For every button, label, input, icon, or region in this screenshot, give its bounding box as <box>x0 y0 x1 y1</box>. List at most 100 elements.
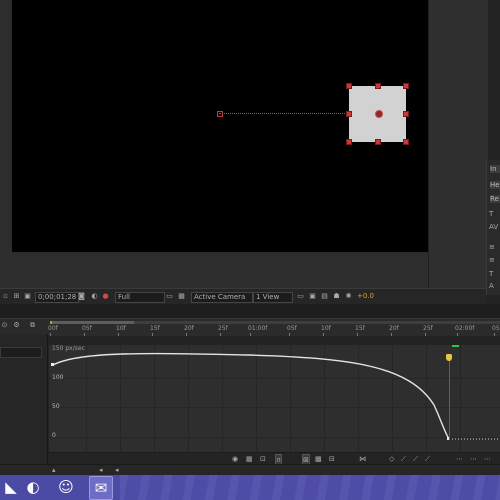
convert-auto-bezier-icon[interactable]: ⟋ <box>413 454 418 464</box>
layer-handle[interactable] <box>346 83 352 89</box>
time-ruler-label: 02:00f <box>455 325 475 332</box>
draft-3d-icon[interactable]: ⚙ <box>12 321 21 330</box>
work-area-track <box>134 321 500 324</box>
time-ruler-tick <box>84 333 85 336</box>
media-player-icon[interactable]: ◐ <box>22 476 44 498</box>
time-ruler-label: 25f <box>423 325 433 332</box>
current-time-indicator[interactable] <box>449 358 450 440</box>
time-ruler-tick <box>457 333 458 336</box>
time-ruler-tick <box>50 333 51 336</box>
zoom-slider-icon[interactable]: ◂ <box>115 465 119 475</box>
time-ruler-tick <box>152 333 153 336</box>
layer-handle[interactable] <box>403 139 409 145</box>
time-ruler-label: 20f <box>184 325 194 332</box>
speed-graph[interactable] <box>49 345 500 452</box>
keyframe-edit-icon[interactable]: ⋈ <box>359 454 366 464</box>
time-ruler-tick <box>494 333 495 336</box>
camera-icon[interactable]: ◙ <box>77 292 86 301</box>
easy-ease-out-icon[interactable]: ⋯ <box>470 454 477 464</box>
panel-tab-label[interactable]: In <box>490 165 500 173</box>
resolution-select[interactable]: Full <box>115 292 165 303</box>
layer-handle[interactable] <box>375 83 381 89</box>
time-ruler-label: 05 <box>492 325 500 332</box>
fit-all-icon[interactable]: ▩ <box>315 454 322 464</box>
comp-mini-flowchart-icon[interactable]: ⊙ <box>0 321 9 330</box>
messenger-icon[interactable]: ☺ <box>55 476 77 498</box>
view-layout-select[interactable]: 1 View <box>253 292 293 303</box>
tracking-icon: AV <box>489 223 499 231</box>
timeline-icon[interactable]: ▤ <box>320 292 329 301</box>
time-ruler-tick <box>250 333 251 336</box>
paragraph-icon: ≡ <box>489 256 495 264</box>
time-ruler-tick <box>391 333 392 336</box>
viewer-toolbar: ▫ ⊞ ▣ 0;00;01;28 ◙ ◐ ● Full ▭ ▦ Active C… <box>0 288 486 305</box>
time-ruler-label: 25f <box>218 325 228 332</box>
time-ruler-label: 05f <box>287 325 297 332</box>
time-ruler-tick <box>289 333 290 336</box>
exposure-value[interactable]: +0.0 <box>357 292 374 301</box>
time-ruler-tick <box>186 333 187 336</box>
taskbar-background <box>120 475 500 500</box>
zoom-in-icon[interactable]: ◂ <box>99 465 103 475</box>
right-panel-top <box>428 0 487 288</box>
time-ruler-tick <box>220 333 221 336</box>
transparency-grid-icon[interactable]: ▦ <box>177 292 186 301</box>
time-ruler-tick <box>323 333 324 336</box>
font-name-field[interactable]: He <box>490 181 500 189</box>
graph-editor-icon[interactable]: ⧉ <box>28 321 37 330</box>
time-ruler-tick <box>425 333 426 336</box>
layer-handle[interactable] <box>403 83 409 89</box>
camera-view-select[interactable]: Active Camera <box>191 292 253 303</box>
panel-divider <box>0 304 500 318</box>
motion-path-keyframe[interactable] <box>217 111 223 117</box>
time-ruler-label: 20f <box>389 325 399 332</box>
convert-hold-icon[interactable]: ◇ <box>389 454 394 464</box>
current-time-indicator-head[interactable] <box>446 354 452 361</box>
font-size-icon: T <box>489 210 494 218</box>
speed-curve[interactable] <box>52 352 450 440</box>
chat-icon[interactable]: ✉ <box>89 476 113 500</box>
region-icon[interactable]: ▫ <box>1 292 10 301</box>
time-ruler-tick <box>357 333 358 336</box>
time-ruler-label: 10f <box>116 325 126 332</box>
region-of-interest-icon[interactable]: ▭ <box>165 292 174 301</box>
eye-icon[interactable]: ◉ <box>232 454 238 464</box>
anchor-point[interactable] <box>375 110 383 118</box>
current-time-field[interactable]: 0;00;01;28 <box>35 292 80 303</box>
keyframe-marker <box>452 345 459 347</box>
fast-preview-icon[interactable]: ▣ <box>308 292 317 301</box>
flowchart-icon[interactable]: ☗ <box>332 292 341 301</box>
keyframe-start[interactable] <box>51 363 54 366</box>
character-panel: In He Re T AV ≡ ≡ T A <box>486 160 500 295</box>
time-ruler-tick <box>118 333 119 336</box>
mask-visibility-icon[interactable]: ▣ <box>23 292 32 301</box>
start-icon[interactable]: ◣ <box>0 476 22 498</box>
layer-handle[interactable] <box>346 139 352 145</box>
time-ruler-label: 10f <box>321 325 331 332</box>
layer-handle[interactable] <box>403 111 409 117</box>
rgb-channels-icon[interactable]: ● <box>101 292 110 301</box>
separate-dimensions-icon[interactable]: ⊟ <box>329 454 335 464</box>
time-ruler-label: 05f <box>82 325 92 332</box>
layer-handle[interactable] <box>375 139 381 145</box>
baseline-shift-icon: A <box>489 282 494 290</box>
layer-handle[interactable] <box>346 111 352 117</box>
easy-ease-in-icon[interactable]: ⋯ <box>456 454 463 464</box>
show-snapshot-icon[interactable]: ◐ <box>90 292 99 301</box>
time-ruler-label: 15f <box>150 325 160 332</box>
font-style-field[interactable]: Re <box>490 195 500 203</box>
zoom-out-icon[interactable]: ▴ <box>52 465 56 475</box>
vertical-scale-icon: T <box>489 270 494 278</box>
grid-icon[interactable]: ⊞ <box>12 292 21 301</box>
layer-row[interactable] <box>0 347 42 358</box>
transform-box-icon[interactable]: ⊡ <box>260 454 266 464</box>
graph-type-icon[interactable]: ▦ <box>246 454 253 464</box>
exposure-icon[interactable]: ✺ <box>344 292 353 301</box>
convert-linear-icon[interactable]: ⟋ <box>401 454 406 464</box>
toggle-pixel-aspect-icon[interactable]: ▭ <box>296 292 305 301</box>
time-ruler-label: 15f <box>355 325 365 332</box>
time-ruler-label: 00f <box>48 325 58 332</box>
graph-options-icon[interactable]: ⋯ <box>484 454 491 464</box>
easy-ease-icon[interactable]: ⟋ <box>425 454 430 464</box>
work-area-bar[interactable] <box>50 321 136 324</box>
